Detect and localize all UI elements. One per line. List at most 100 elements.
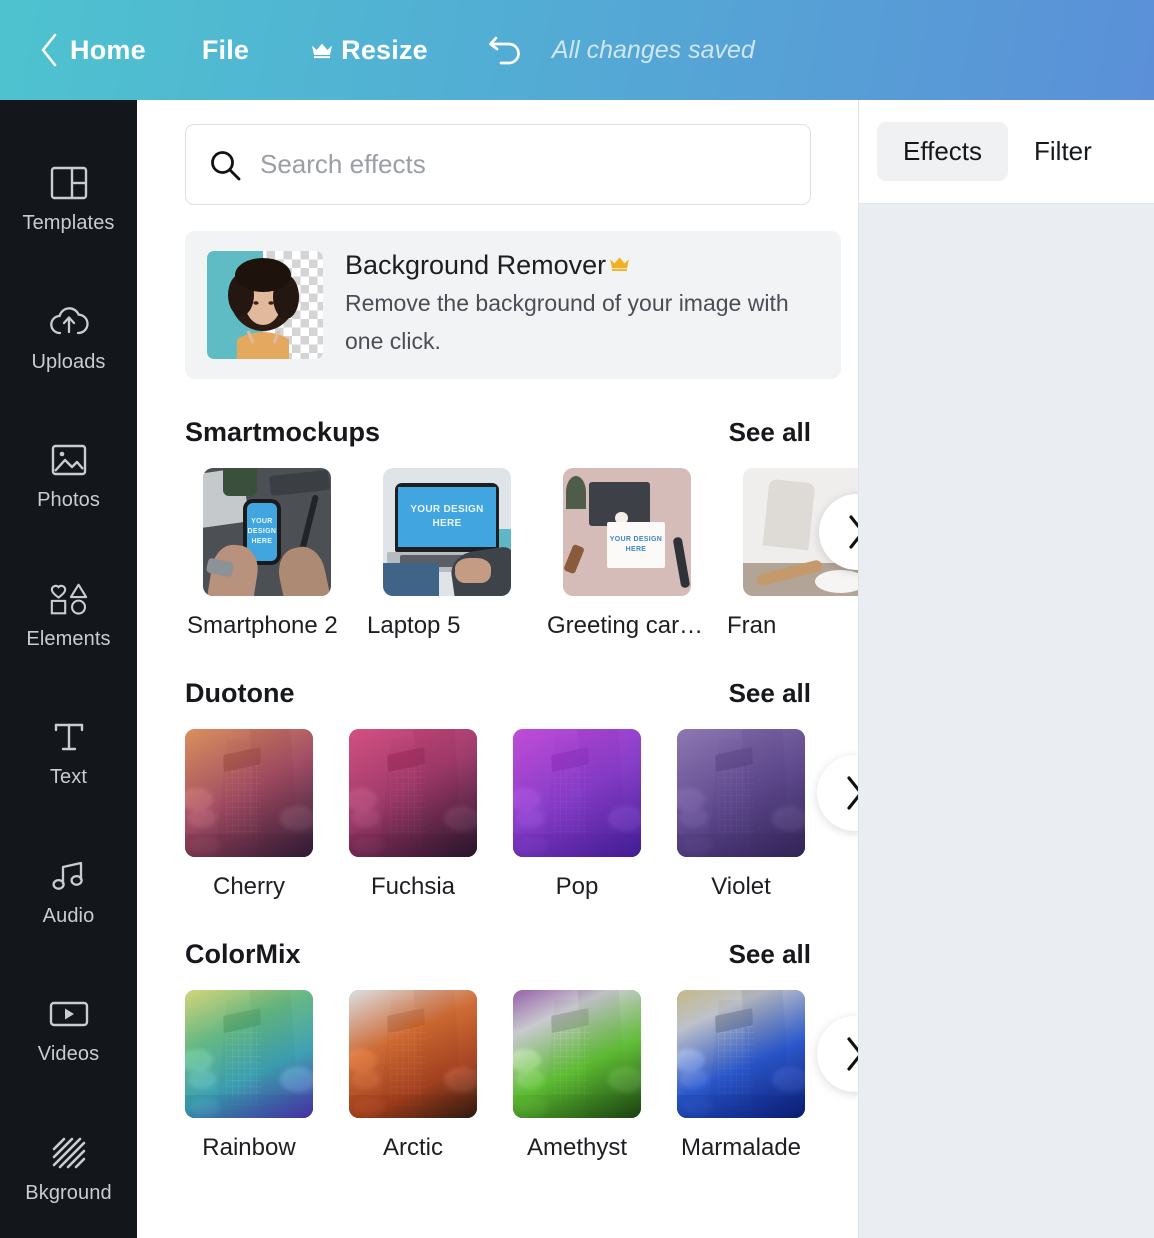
section-colormix: ColorMix See all Rainbow Arctic Amethyst… bbox=[185, 939, 858, 1162]
chevron-left-icon bbox=[41, 33, 57, 67]
crown-icon-glyph bbox=[312, 43, 333, 58]
resize-button[interactable]: Resize bbox=[311, 35, 428, 66]
background-remover-thumbnail bbox=[207, 251, 323, 359]
top-toolbar: Home File Resize All changes saved bbox=[0, 0, 1154, 100]
resize-label: Resize bbox=[341, 34, 428, 65]
background-remover-title: Background Remover bbox=[345, 250, 607, 281]
duotone-carousel: Cherry Fuchsia Pop Violet bbox=[185, 729, 858, 901]
mockup-thumbnail: YOUR DESIGN HERE bbox=[563, 468, 691, 596]
sidebar-item-videos[interactable]: Videos bbox=[0, 961, 137, 1100]
smartmockups-carousel: YOUR DESIGN HERE Smartphone 2 YOUR DESIG… bbox=[185, 468, 858, 640]
effect-thumbnail bbox=[185, 729, 313, 857]
search-placeholder: Search effects bbox=[260, 149, 426, 179]
see-all-link[interactable]: See all bbox=[729, 417, 811, 448]
section-title: Smartmockups bbox=[185, 417, 381, 447]
effect-thumbnail bbox=[185, 990, 313, 1118]
sidebar-item-label: Videos bbox=[37, 1043, 100, 1066]
text-icon bbox=[49, 717, 89, 757]
mockup-tile-smartphone[interactable]: YOUR DESIGN HERE Smartphone 2 bbox=[185, 468, 365, 640]
mockup-tile-greeting-card[interactable]: YOUR DESIGN HERE Greeting car… bbox=[545, 468, 725, 640]
colormix-tile-rainbow[interactable]: Rainbow bbox=[185, 990, 349, 1162]
mockup-tile-laptop[interactable]: YOUR DESIGN HERE Laptop 5 bbox=[365, 468, 545, 640]
sidebar-item-label: Photos bbox=[37, 489, 100, 512]
chevron-right-icon bbox=[847, 1037, 858, 1071]
tile-label: Cherry bbox=[212, 873, 285, 900]
sidebar-item-label: Text bbox=[49, 766, 88, 789]
colormix-tile-marmalade[interactable]: Marmalade bbox=[677, 990, 841, 1162]
search-effects-input[interactable]: Search effects bbox=[185, 124, 811, 205]
home-label: Home bbox=[70, 34, 146, 65]
duotone-tile-cherry[interactable]: Cherry bbox=[185, 729, 349, 901]
hatch-pattern-icon bbox=[49, 1133, 89, 1173]
upload-cloud-icon bbox=[49, 302, 89, 342]
photo-icon bbox=[49, 440, 89, 480]
duotone-tile-violet[interactable]: Violet bbox=[677, 729, 841, 901]
sidebar-item-templates[interactable]: Templates bbox=[0, 130, 137, 269]
tile-label: Violet bbox=[711, 873, 771, 900]
tab-label: Filter bbox=[1034, 136, 1092, 166]
section-header: Duotone See all bbox=[185, 678, 811, 709]
colormix-tile-amethyst[interactable]: Amethyst bbox=[513, 990, 677, 1162]
crown-icon bbox=[311, 42, 333, 59]
mockup-thumbnail: YOUR DESIGN HERE bbox=[383, 468, 511, 596]
effect-thumbnail bbox=[349, 729, 477, 857]
section-smartmockups: Smartmockups See all YOUR DESIGN HERE Sm… bbox=[185, 417, 858, 640]
sidebar-item-uploads[interactable]: Uploads bbox=[0, 269, 137, 408]
section-duotone: Duotone See all Cherry Fuchsia Pop Viole… bbox=[185, 678, 858, 901]
section-header: ColorMix See all bbox=[185, 939, 811, 970]
colormix-carousel: Rainbow Arctic Amethyst Marmalade bbox=[185, 990, 858, 1162]
crown-icon bbox=[609, 254, 630, 278]
effect-thumbnail bbox=[513, 990, 641, 1118]
section-title: Duotone bbox=[185, 678, 295, 708]
tile-label: Smartphone 2 bbox=[187, 612, 338, 639]
sidebar-item-label: Bkground bbox=[25, 1181, 112, 1204]
duotone-tile-fuchsia[interactable]: Fuchsia bbox=[349, 729, 513, 901]
sidebar-item-text[interactable]: Text bbox=[0, 684, 137, 823]
sidebar-item-bkground[interactable]: Bkground bbox=[0, 1100, 137, 1238]
home-button[interactable]: Home bbox=[70, 35, 146, 66]
tab-filter[interactable]: Filter bbox=[1008, 122, 1118, 181]
sidebar-item-label: Audio bbox=[42, 904, 95, 927]
tile-label: Amethyst bbox=[526, 1134, 628, 1161]
tile-label: Arctic bbox=[383, 1134, 443, 1161]
back-button[interactable] bbox=[34, 28, 64, 72]
tile-label: Marmalade bbox=[680, 1134, 802, 1161]
chevron-right-icon bbox=[849, 515, 858, 549]
tab-effects[interactable]: Effects bbox=[877, 122, 1009, 181]
sidebar-item-label: Templates bbox=[22, 212, 115, 235]
tile-label: Pop bbox=[555, 873, 599, 900]
section-title: ColorMix bbox=[185, 939, 301, 969]
see-all-link[interactable]: See all bbox=[729, 678, 811, 709]
tile-label: Fran bbox=[727, 612, 777, 639]
shapes-icon bbox=[49, 579, 89, 619]
right-panel: Effects Filter bbox=[858, 100, 1154, 1238]
background-remover-description: Remove the background of your image with… bbox=[345, 290, 789, 354]
video-icon bbox=[49, 994, 89, 1034]
chevron-right-icon bbox=[847, 776, 858, 810]
sidebar-item-label: Uploads bbox=[31, 350, 106, 373]
effect-thumbnail bbox=[513, 729, 641, 857]
sidebar-item-elements[interactable]: Elements bbox=[0, 546, 137, 685]
duotone-tile-pop[interactable]: Pop bbox=[513, 729, 677, 901]
section-header: Smartmockups See all bbox=[185, 417, 811, 448]
tile-label: Fuchsia bbox=[370, 873, 456, 900]
mockup-overlay-text: YOUR DESIGN HERE bbox=[247, 517, 277, 546]
effect-thumbnail bbox=[677, 729, 805, 857]
undo-button[interactable] bbox=[484, 30, 530, 70]
background-remover-card[interactable]: Background Remover Remove the background… bbox=[185, 231, 841, 379]
canvas-area[interactable] bbox=[859, 204, 1154, 1238]
see-all-link[interactable]: See all bbox=[729, 939, 811, 970]
left-sidebar: Templates Uploads Photos Elements Text A… bbox=[0, 100, 137, 1238]
templates-icon bbox=[49, 163, 89, 203]
tile-label: Greeting car… bbox=[547, 612, 704, 639]
effect-thumbnail bbox=[677, 990, 805, 1118]
colormix-tile-arctic[interactable]: Arctic bbox=[349, 990, 513, 1162]
file-menu-button[interactable]: File bbox=[202, 35, 249, 66]
tile-label: Laptop 5 bbox=[367, 612, 461, 639]
sidebar-item-audio[interactable]: Audio bbox=[0, 823, 137, 962]
undo-icon bbox=[489, 36, 520, 65]
file-label: File bbox=[201, 34, 250, 65]
effect-thumbnail bbox=[349, 990, 477, 1118]
sidebar-item-photos[interactable]: Photos bbox=[0, 407, 137, 546]
right-panel-tabs: Effects Filter bbox=[859, 100, 1154, 204]
